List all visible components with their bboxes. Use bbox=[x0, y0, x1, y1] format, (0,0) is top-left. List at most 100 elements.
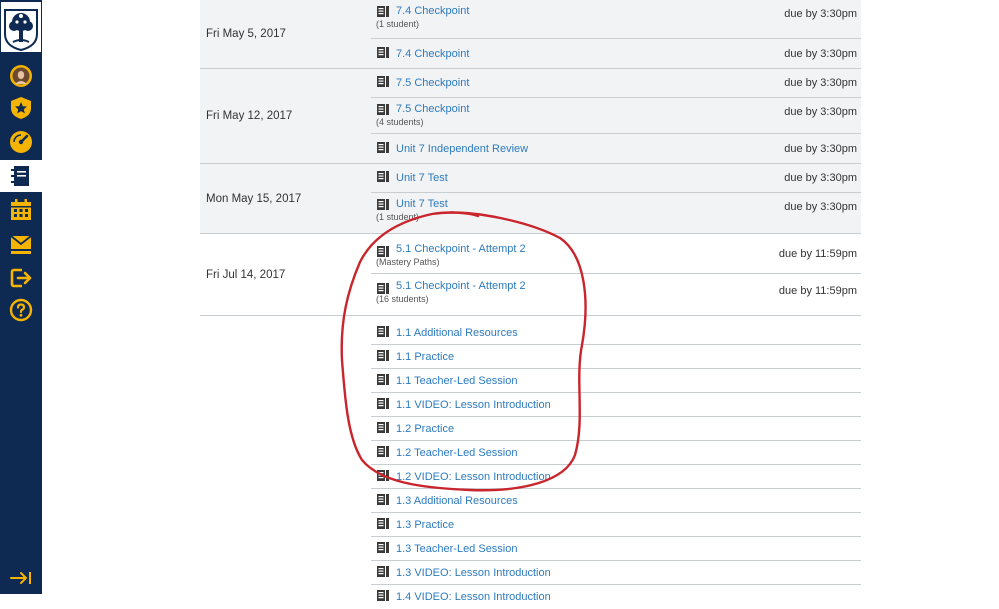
assignment-link[interactable]: 5.1 Checkpoint - Attempt 2 bbox=[396, 243, 526, 255]
assignment-row: 7.5 Checkpoint (4 students) due by 3:30p… bbox=[371, 98, 861, 134]
assignment-icon bbox=[377, 564, 389, 582]
assignment-row: 1.1 Practice bbox=[371, 345, 861, 369]
assignment-link[interactable]: Unit 7 Test bbox=[396, 198, 448, 210]
assignment-link[interactable]: 1.2 VIDEO: Lesson Introduction bbox=[396, 471, 551, 483]
assignment-row: 5.1 Checkpoint - Attempt 2 (16 students)… bbox=[371, 274, 861, 315]
assignment-row: Unit 7 Test (1 student) due by 3:30pm bbox=[371, 193, 861, 233]
assignment-due: due by 3:30pm bbox=[784, 47, 857, 60]
syllabus-summary: Fri May 5, 2017 7.4 Checkpoint (1 studen… bbox=[200, 0, 861, 603]
assignment-link[interactable]: Unit 7 Independent Review bbox=[396, 143, 528, 155]
assignment-link[interactable]: 1.4 VIDEO: Lesson Introduction bbox=[396, 591, 551, 603]
assignment-due: due by 11:59pm bbox=[778, 248, 857, 260]
assignment-link[interactable]: 1.1 Additional Resources bbox=[396, 327, 518, 339]
assignment-link[interactable]: 7.5 Checkpoint bbox=[396, 103, 469, 115]
assignment-row: 7.5 Checkpoint due by 3:30pm bbox=[371, 69, 861, 98]
assignment-icon bbox=[377, 396, 389, 414]
courses-notebook-icon bbox=[11, 166, 29, 186]
assignment-row: 1.3 Practice bbox=[371, 513, 861, 537]
assignment-row: Unit 7 Independent Review due by 3:30pm bbox=[371, 134, 861, 163]
assignment-link[interactable]: 1.1 VIDEO: Lesson Introduction bbox=[396, 399, 551, 411]
assignment-row: 1.3 Teacher-Led Session bbox=[371, 537, 861, 561]
assignment-due: due by 3:30pm bbox=[784, 172, 857, 184]
inbox-icon bbox=[10, 235, 32, 254]
date-group: Fri May 5, 2017 7.4 Checkpoint (1 studen… bbox=[200, 0, 861, 69]
assignment-assignees: (Mastery Paths) bbox=[376, 257, 440, 267]
assignment-due: due by 11:59pm bbox=[778, 285, 857, 297]
assignment-row: 7.4 Checkpoint due by 3:30pm bbox=[371, 39, 861, 68]
assignment-icon bbox=[377, 324, 389, 342]
assignment-due: due by 3:30pm bbox=[784, 201, 857, 213]
assignment-icon bbox=[377, 444, 389, 462]
assignment-link[interactable]: 5.1 Checkpoint - Attempt 2 bbox=[396, 280, 526, 292]
nav-courses-button[interactable] bbox=[0, 160, 42, 192]
assignment-link[interactable]: 1.3 VIDEO: Lesson Introduction bbox=[396, 567, 551, 579]
nav-logout-button[interactable] bbox=[0, 262, 42, 294]
assignment-icon bbox=[377, 468, 389, 486]
undated-group: 1.1 Additional Resources 1.1 Practice 1.… bbox=[200, 316, 861, 609]
assignment-list: 5.1 Checkpoint - Attempt 2 (Mastery Path… bbox=[371, 234, 861, 315]
collapse-arrow-icon bbox=[10, 572, 31, 584]
help-icon bbox=[9, 298, 33, 322]
logout-arrow-icon bbox=[10, 268, 32, 288]
assignment-icon bbox=[377, 588, 389, 606]
assignment-icon bbox=[377, 420, 389, 438]
badge-star-icon bbox=[11, 97, 31, 119]
assignment-icon bbox=[377, 372, 389, 390]
assignment-icon bbox=[377, 348, 389, 366]
assignment-icon bbox=[377, 74, 389, 92]
calendar-icon bbox=[11, 199, 31, 220]
assignment-link[interactable]: 7.4 Checkpoint bbox=[396, 48, 469, 60]
assignment-row: 1.3 VIDEO: Lesson Introduction bbox=[371, 561, 861, 585]
date-group: Fri Jul 14, 2017 5.1 Checkpoint - Attemp… bbox=[200, 234, 861, 316]
assignment-link[interactable]: 1.1 Practice bbox=[396, 351, 454, 363]
assignment-link[interactable]: 7.4 Checkpoint bbox=[396, 5, 469, 17]
assignment-icon bbox=[377, 540, 389, 558]
assignment-row: 1.3 Additional Resources bbox=[371, 489, 861, 513]
group-date: Fri May 5, 2017 bbox=[206, 28, 286, 40]
assignment-list: 7.5 Checkpoint due by 3:30pm 7.5 Checkpo… bbox=[371, 69, 861, 163]
assignment-icon bbox=[377, 516, 389, 534]
group-date: Fri Jul 14, 2017 bbox=[206, 268, 286, 281]
date-group: Fri May 12, 2017 7.5 Checkpoint due by 3… bbox=[200, 69, 861, 164]
nav-account-button[interactable] bbox=[0, 60, 42, 92]
assignment-link[interactable]: 1.1 Teacher-Led Session bbox=[396, 375, 518, 387]
global-navigation bbox=[0, 0, 42, 594]
assignment-row: 5.1 Checkpoint - Attempt 2 (Mastery Path… bbox=[371, 234, 861, 274]
nav-dashboard-button[interactable] bbox=[0, 126, 42, 158]
school-logo[interactable] bbox=[1, 2, 41, 52]
assignment-assignees: (16 students) bbox=[376, 294, 429, 304]
assignment-list: 1.1 Additional Resources 1.1 Practice 1.… bbox=[371, 321, 861, 609]
profile-avatar-icon bbox=[10, 65, 32, 87]
nav-admin-button[interactable] bbox=[0, 92, 42, 124]
group-date: Mon May 15, 2017 bbox=[206, 192, 302, 205]
assignment-due: due by 3:30pm bbox=[784, 142, 857, 155]
assignment-row: Unit 7 Test due by 3:30pm bbox=[371, 164, 861, 193]
assignment-row: 1.1 Additional Resources bbox=[371, 321, 861, 345]
assignment-link[interactable]: 1.2 Practice bbox=[396, 423, 454, 435]
assignment-icon bbox=[377, 169, 389, 187]
assignment-row: 1.1 Teacher-Led Session bbox=[371, 369, 861, 393]
assignment-assignees: (1 student) bbox=[376, 212, 420, 222]
date-group: Mon May 15, 2017 Unit 7 Test due by 3:30… bbox=[200, 164, 861, 234]
assignment-link[interactable]: 1.3 Practice bbox=[396, 519, 454, 531]
assignment-icon bbox=[377, 45, 389, 63]
assignment-icon bbox=[377, 492, 389, 510]
assignment-link[interactable]: 1.3 Additional Resources bbox=[396, 495, 518, 507]
assignment-link[interactable]: Unit 7 Test bbox=[396, 172, 448, 184]
assignment-list: Unit 7 Test due by 3:30pm Unit 7 Test (1… bbox=[371, 164, 861, 233]
group-date: Fri May 12, 2017 bbox=[206, 110, 293, 122]
nav-calendar-button[interactable] bbox=[0, 194, 42, 226]
assignment-link[interactable]: 1.2 Teacher-Led Session bbox=[396, 447, 518, 459]
assignment-link[interactable]: 7.5 Checkpoint bbox=[396, 77, 469, 89]
assignment-due: due by 3:30pm bbox=[784, 8, 857, 20]
assignment-assignees: (1 student) bbox=[376, 19, 420, 29]
tree-logo-icon bbox=[4, 9, 38, 52]
assignment-due: due by 3:30pm bbox=[784, 106, 857, 118]
nav-help-button[interactable] bbox=[0, 294, 42, 326]
nav-collapse-button[interactable] bbox=[0, 566, 42, 590]
assignment-row: 1.4 VIDEO: Lesson Introduction bbox=[371, 585, 861, 609]
assignment-list: 7.4 Checkpoint (1 student) due by 3:30pm… bbox=[371, 0, 861, 68]
nav-inbox-button[interactable] bbox=[0, 228, 42, 260]
assignment-link[interactable]: 1.3 Teacher-Led Session bbox=[396, 543, 518, 555]
assignment-row: 1.2 VIDEO: Lesson Introduction bbox=[371, 465, 861, 489]
